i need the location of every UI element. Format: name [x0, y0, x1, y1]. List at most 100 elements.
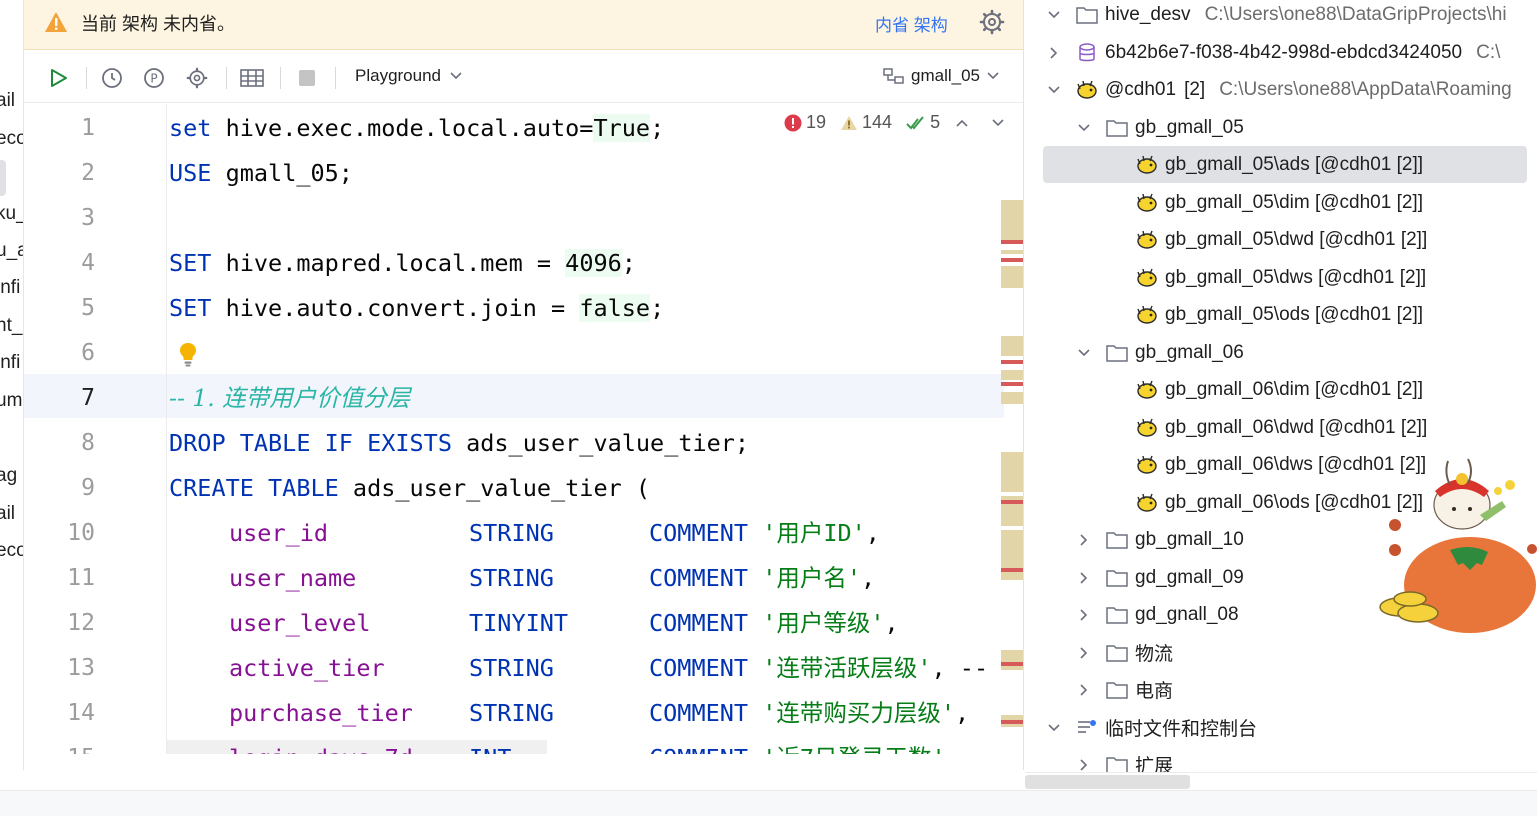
tree-node-gb-gmall-06[interactable]: gb_gmall_06 — [1025, 334, 1537, 371]
error-stripe[interactable] — [1001, 200, 1023, 754]
scrollbar-thumb[interactable] — [1025, 775, 1190, 789]
introspect-schema-link[interactable]: 内省 架构 — [875, 11, 948, 36]
schema-icon — [883, 68, 904, 84]
chevron-right-icon[interactable] — [1075, 606, 1093, 624]
stripe-mark[interactable] — [1001, 452, 1023, 492]
stripe-mark[interactable] — [1001, 650, 1023, 670]
chevron-right-icon[interactable] — [1075, 644, 1093, 662]
svg-text:P: P — [150, 72, 157, 86]
stripe-mark[interactable] — [1001, 240, 1023, 244]
result-view-button[interactable] — [239, 65, 265, 91]
line-number: 7 — [81, 385, 95, 411]
tree-badge: [2] — [1184, 78, 1206, 100]
stripe-mark[interactable] — [1001, 500, 1023, 504]
chevron-right-icon[interactable] — [1075, 569, 1093, 587]
line-number: 14 — [67, 700, 95, 726]
strip-fragment[interactable]: eco — [0, 540, 23, 562]
schema-selector[interactable]: gmall_05 — [883, 66, 1000, 86]
gear-icon[interactable] — [979, 9, 1005, 35]
chevron-right-icon[interactable] — [1075, 531, 1093, 549]
stripe-mark[interactable] — [1001, 530, 1023, 580]
code-fragment: ; — [650, 294, 665, 322]
code-fragment: hive.mapred.local.mem = — [211, 249, 566, 277]
parameters-button[interactable]: P — [141, 65, 167, 91]
code-text: CREATE TABLE ads_user_value_tier ( — [169, 466, 650, 511]
strip-fragment[interactable]: ail — [0, 503, 15, 525]
stripe-mark[interactable] — [1001, 382, 1023, 386]
chevron-down-icon[interactable] — [1045, 81, 1063, 99]
strip-fragment[interactable]: ku_ — [0, 203, 23, 225]
tree-node-gb-gmall-05-ads[interactable]: gb_gmall_05\ads [@cdh01 [2]] — [1043, 146, 1527, 183]
chevron-down-icon[interactable] — [1045, 6, 1063, 24]
tree-node-logistics[interactable]: 物流 — [1025, 634, 1537, 671]
strip-fragment[interactable]: nt_ — [0, 315, 22, 337]
chevron-right-icon[interactable] — [1075, 756, 1093, 774]
string-literal: '用户ID' — [762, 519, 866, 547]
column-type: TINYINT — [469, 609, 569, 637]
code-fragment: ads_user_value_tier; — [451, 429, 750, 457]
chevron-right-icon[interactable] — [1075, 681, 1093, 699]
tree-node-gb-gmall-05-dim[interactable]: gb_gmall_05\dim [@cdh01 [2]] — [1025, 184, 1537, 221]
column-name: purchase_tier — [229, 699, 413, 727]
code-line: 14 purchase_tier STRING COMMENT '连带购买力层级… — [24, 691, 1004, 736]
horizontal-scrollbar[interactable] — [24, 754, 1023, 770]
chevron-right-icon[interactable] — [1045, 44, 1063, 62]
hive-icon — [1135, 417, 1159, 439]
tree-label: gb_gmall_06 — [1135, 341, 1244, 363]
tree-node-scratches[interactable]: 临时文件和控制台 — [1025, 709, 1537, 746]
stripe-mark[interactable] — [1001, 568, 1023, 572]
history-button[interactable] — [99, 65, 125, 91]
stripe-mark[interactable] — [1001, 266, 1023, 288]
tree-node-ecommerce[interactable]: 电商 — [1025, 671, 1537, 708]
code-fragment: , -- — [931, 654, 989, 682]
tree-node-gb-gmall-06-dim[interactable]: gb_gmall_06\dim [@cdh01 [2]] — [1025, 371, 1537, 408]
stripe-mark[interactable] — [1001, 720, 1023, 724]
folder-icon — [1105, 529, 1129, 551]
string-literal: '连带活跃层级' — [762, 654, 932, 682]
tree-node-hive-desv[interactable]: hive_desv C:\Users\one88\DataGripProject… — [1025, 0, 1537, 33]
stop-button[interactable] — [294, 65, 320, 91]
stripe-mark[interactable] — [1001, 392, 1023, 404]
execute-button[interactable] — [45, 65, 71, 91]
hive-icon — [1135, 192, 1159, 214]
code-editor[interactable]: 1 9 14 4 5 1 set hive.exec.mode.local.auto… — [24, 104, 1023, 754]
code-line: 15 login_days_7d INT COMMENT '近7日登录天数' — [24, 736, 1004, 754]
strip-fragment[interactable]: eco — [0, 128, 23, 150]
stripe-mark[interactable] — [1001, 200, 1023, 240]
stripe-mark[interactable] — [1001, 258, 1023, 262]
code-line: 2 USE gmall_05; — [24, 151, 1004, 196]
tree-node-gb-gmall-05-dws[interactable]: gb_gmall_05\dws [@cdh01 [2]] — [1025, 259, 1537, 296]
tree-node-gb-gmall-05[interactable]: gb_gmall_05 — [1025, 109, 1537, 146]
tree-label: gb_gmall_10 — [1135, 528, 1244, 550]
chevron-down-icon[interactable] — [1045, 719, 1063, 737]
tree-label: gb_gmall_05\ads [@cdh01 [2]] — [1165, 153, 1424, 175]
stripe-mark[interactable] — [1001, 360, 1023, 364]
tree-horizontal-scrollbar[interactable] — [1025, 772, 1537, 790]
lightbulb-icon[interactable] — [179, 342, 197, 368]
tree-node-gb-gmall-06-dwd[interactable]: gb_gmall_06\dwd [@cdh01 [2]] — [1025, 409, 1537, 446]
tree-node-datasource[interactable]: 6b42b6e7-f038-4b42-998d-ebdcd3424050 C:\ — [1025, 34, 1537, 71]
stripe-mark[interactable] — [1001, 250, 1023, 254]
tree-node-gb-gmall-05-dwd[interactable]: gb_gmall_05\dwd [@cdh01 [2]] — [1025, 221, 1537, 258]
chevron-down-icon[interactable] — [1075, 344, 1093, 362]
settings-button[interactable] — [184, 65, 210, 91]
strip-fragment[interactable]: u_a — [0, 240, 23, 262]
code-value: false — [579, 294, 651, 322]
stripe-mark[interactable] — [1001, 662, 1023, 666]
tree-label: gb_gmall_05\dwd [@cdh01 [2]] — [1165, 228, 1428, 250]
strip-fragment[interactable]: infi — [0, 352, 20, 374]
chevron-down-icon[interactable] — [1075, 119, 1093, 137]
stripe-mark[interactable] — [1001, 336, 1023, 356]
strip-fragment[interactable]: ag — [0, 465, 17, 487]
table-icon — [240, 69, 264, 87]
strip-fragment[interactable]: infi — [0, 277, 20, 299]
stripe-mark[interactable] — [1001, 370, 1023, 380]
session-mode-dropdown[interactable]: Playground — [355, 66, 463, 86]
column-name: user_level — [229, 609, 371, 637]
tree-path: C:\Users\one88\AppData\Roaming — [1219, 78, 1512, 100]
tree-node-cdh01[interactable]: @cdh01 [2] C:\Users\one88\AppData\Roamin… — [1025, 71, 1537, 108]
strip-fragment[interactable]: ail — [0, 90, 15, 112]
strip-fragment[interactable]: um — [0, 390, 22, 412]
tree-node-gb-gmall-05-ods[interactable]: gb_gmall_05\ods [@cdh01 [2]] — [1025, 296, 1537, 333]
chevron-down-icon — [450, 72, 462, 80]
